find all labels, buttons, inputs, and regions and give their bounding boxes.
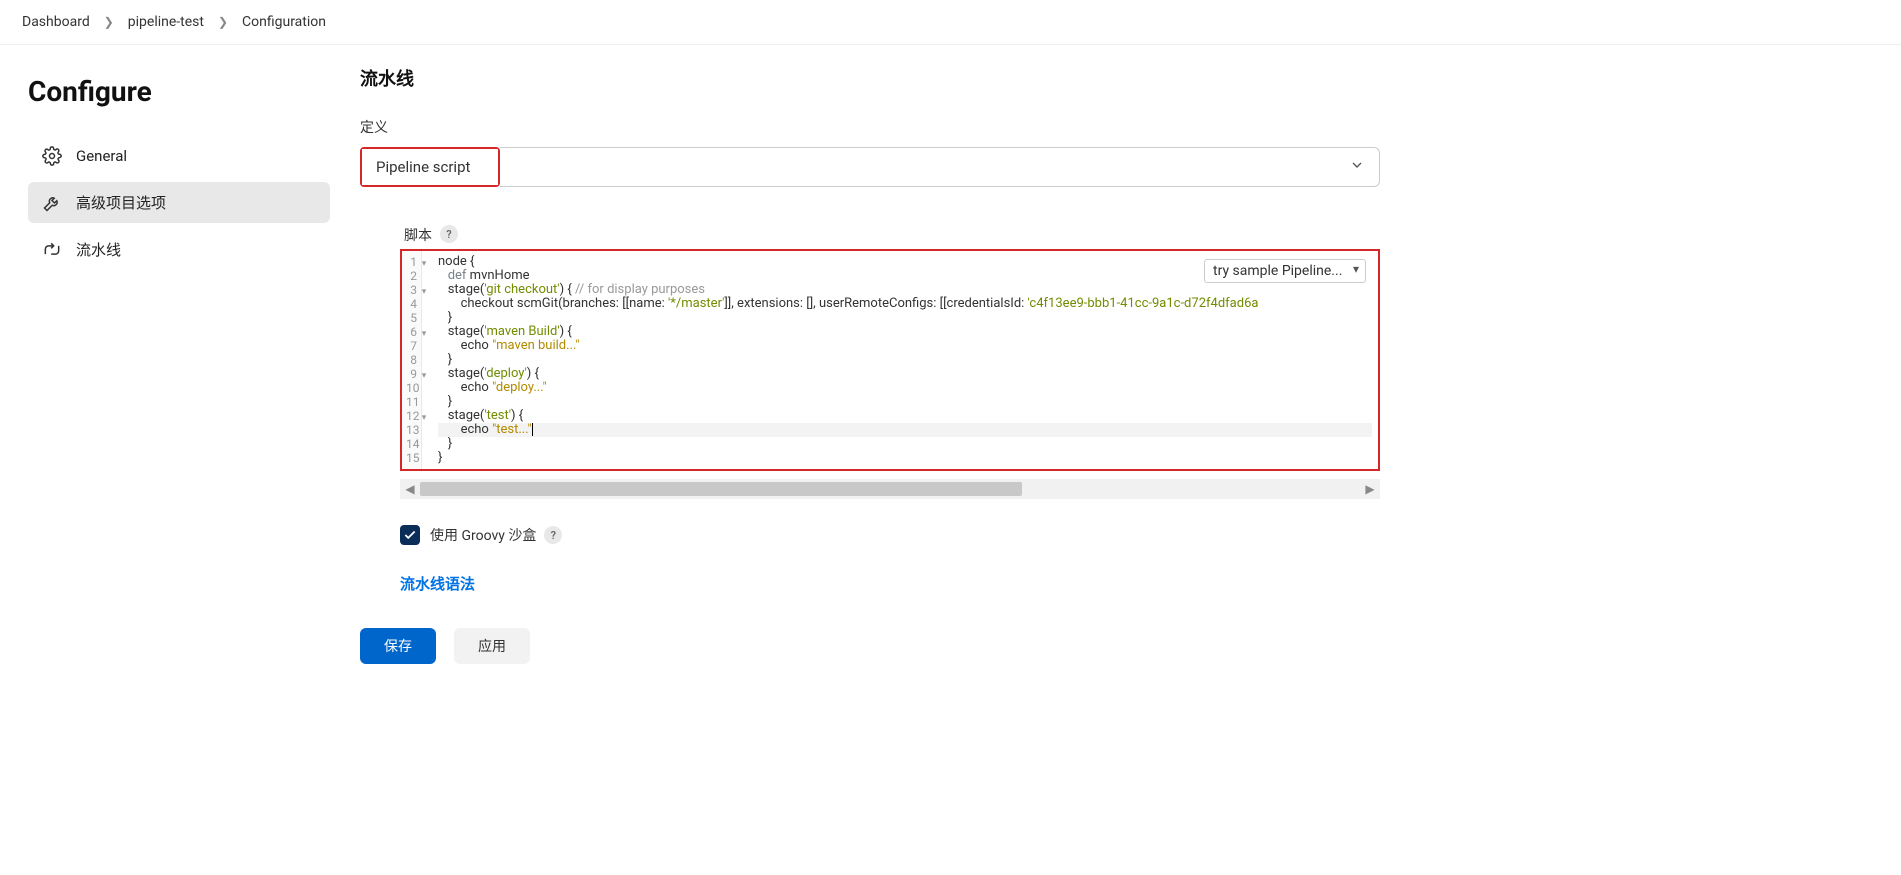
wrench-icon: [42, 193, 62, 213]
breadcrumb-configuration[interactable]: Configuration: [238, 12, 330, 32]
scroll-right-arrow-icon[interactable]: ▶: [1360, 482, 1380, 496]
definition-label: 定义: [360, 117, 1380, 137]
scrollbar-thumb[interactable]: [420, 482, 1022, 496]
help-icon[interactable]: ?: [440, 225, 458, 243]
groovy-sandbox-label: 使用 Groovy 沙盒: [430, 525, 536, 545]
pipeline-icon: [42, 240, 62, 260]
definition-select[interactable]: Pipeline script: [362, 149, 498, 185]
help-icon[interactable]: ?: [544, 526, 562, 544]
breadcrumb: Dashboard ❯ pipeline-test ❯ Configuratio…: [0, 0, 1901, 45]
horizontal-scrollbar[interactable]: ◀ ▶: [400, 479, 1380, 499]
scrollbar-track[interactable]: [420, 482, 1360, 496]
script-editor[interactable]: 1▾23▾456▾789▾101112▾131415 node { def mv…: [402, 251, 1378, 469]
breadcrumb-pipeline-test[interactable]: pipeline-test: [124, 12, 208, 32]
breadcrumb-dashboard[interactable]: Dashboard: [18, 12, 94, 32]
scroll-left-arrow-icon[interactable]: ◀: [400, 482, 420, 496]
try-sample-pipeline-select[interactable]: try sample Pipeline...: [1204, 259, 1366, 283]
sidebar-item-advanced-options[interactable]: 高级项目选项: [28, 182, 330, 223]
groovy-sandbox-checkbox[interactable]: [400, 525, 420, 545]
main-content: 流水线 定义 Pipeline script 脚本 ? 1▾23▾456▾789…: [350, 65, 1410, 694]
code-content[interactable]: node { def mvnHome stage('git checkout')…: [422, 251, 1378, 469]
chevron-down-icon: [1349, 157, 1365, 177]
script-editor-highlight: 1▾23▾456▾789▾101112▾131415 node { def mv…: [400, 249, 1380, 471]
apply-button[interactable]: 应用: [454, 628, 530, 664]
sidebar-item-label: 流水线: [76, 239, 121, 260]
sidebar-item-label: 高级项目选项: [76, 192, 166, 213]
chevron-right-icon: ❯: [218, 15, 228, 29]
script-label: 脚本: [404, 217, 432, 245]
gear-icon: [42, 146, 62, 166]
sidebar-item-label: General: [76, 147, 127, 165]
line-number-gutter: 1▾23▾456▾789▾101112▾131415: [402, 251, 422, 469]
chevron-right-icon: ❯: [104, 15, 114, 29]
save-button[interactable]: 保存: [360, 628, 436, 664]
page-title: Configure: [28, 75, 330, 108]
pipeline-syntax-link[interactable]: 流水线语法: [400, 575, 475, 593]
sidebar-item-general[interactable]: General: [28, 136, 330, 176]
sidebar-item-pipeline[interactable]: 流水线: [28, 229, 330, 270]
definition-select-expand[interactable]: [500, 147, 1380, 187]
section-title-pipeline: 流水线: [360, 65, 1380, 91]
definition-select-highlight: Pipeline script: [360, 147, 500, 187]
sidebar: Configure General 高级项目选项: [0, 65, 350, 694]
